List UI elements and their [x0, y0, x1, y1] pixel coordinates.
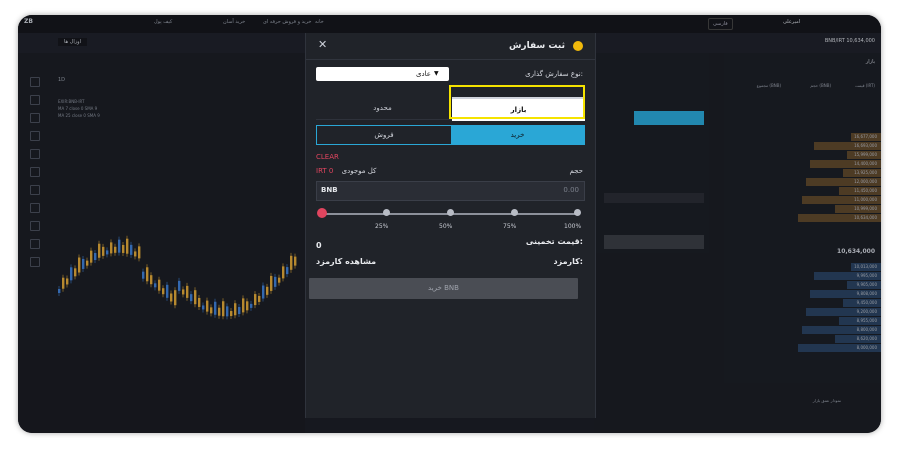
- clear-button[interactable]: CLEAR: [316, 153, 339, 161]
- order-type-label: نوع سفارش گذاری:: [525, 70, 583, 78]
- available-balance: IRT 0 کل موجودی: [316, 167, 376, 175]
- percent-slider[interactable]: [317, 208, 581, 218]
- app-frame: ZB کیف پول خرید آسان خرید و فروش حرفه ای…: [18, 15, 881, 433]
- view-fee-link[interactable]: مشاهده کارمزد: [316, 257, 376, 266]
- estimated-price-value: 0: [316, 241, 322, 250]
- slider-handle[interactable]: [317, 208, 327, 218]
- tab-limit[interactable]: محدود: [316, 97, 449, 119]
- modal-header: ثبت سفارش ✕: [306, 33, 595, 60]
- volume-label: حجم: [569, 167, 583, 175]
- available-value: IRT 0: [316, 167, 334, 175]
- place-order-modal: ثبت سفارش ✕ نوع سفارش گذاری: ▼ عادی بازا…: [305, 33, 596, 418]
- bnb-coin-icon: [573, 41, 583, 51]
- sell-side-button[interactable]: فروش: [317, 126, 451, 144]
- buy-side-button[interactable]: خرید: [451, 126, 584, 144]
- percent-25[interactable]: 25%: [375, 223, 388, 230]
- order-side-toggle: خرید فروش: [316, 125, 585, 145]
- modal-title: ثبت سفارش: [508, 41, 565, 51]
- percent-100[interactable]: 100%: [564, 223, 581, 230]
- amount-input[interactable]: BNB 0.00: [316, 181, 585, 201]
- close-icon[interactable]: ✕: [318, 38, 327, 51]
- available-label: کل موجودی: [341, 167, 377, 175]
- percent-75[interactable]: 75%: [503, 223, 516, 230]
- order-type-select[interactable]: ▼ عادی: [316, 67, 449, 81]
- slider-stop-75[interactable]: [511, 209, 518, 216]
- slider-stop-50[interactable]: [447, 209, 454, 216]
- percent-50[interactable]: 50%: [439, 223, 452, 230]
- currency-label: BNB: [321, 186, 338, 194]
- buy-bnb-button[interactable]: خرید BNB: [309, 278, 578, 299]
- slider-stop-100[interactable]: [574, 209, 581, 216]
- order-type-value: عادی: [416, 70, 431, 78]
- highlight-box: [449, 85, 585, 119]
- amount-value: 0.00: [563, 186, 579, 194]
- estimated-price-label: قیمت تخمینی:: [525, 237, 583, 246]
- slider-stop-25[interactable]: [383, 209, 390, 216]
- caret-down-icon: ▼: [434, 70, 439, 77]
- fee-label: کارمزد:: [553, 257, 584, 266]
